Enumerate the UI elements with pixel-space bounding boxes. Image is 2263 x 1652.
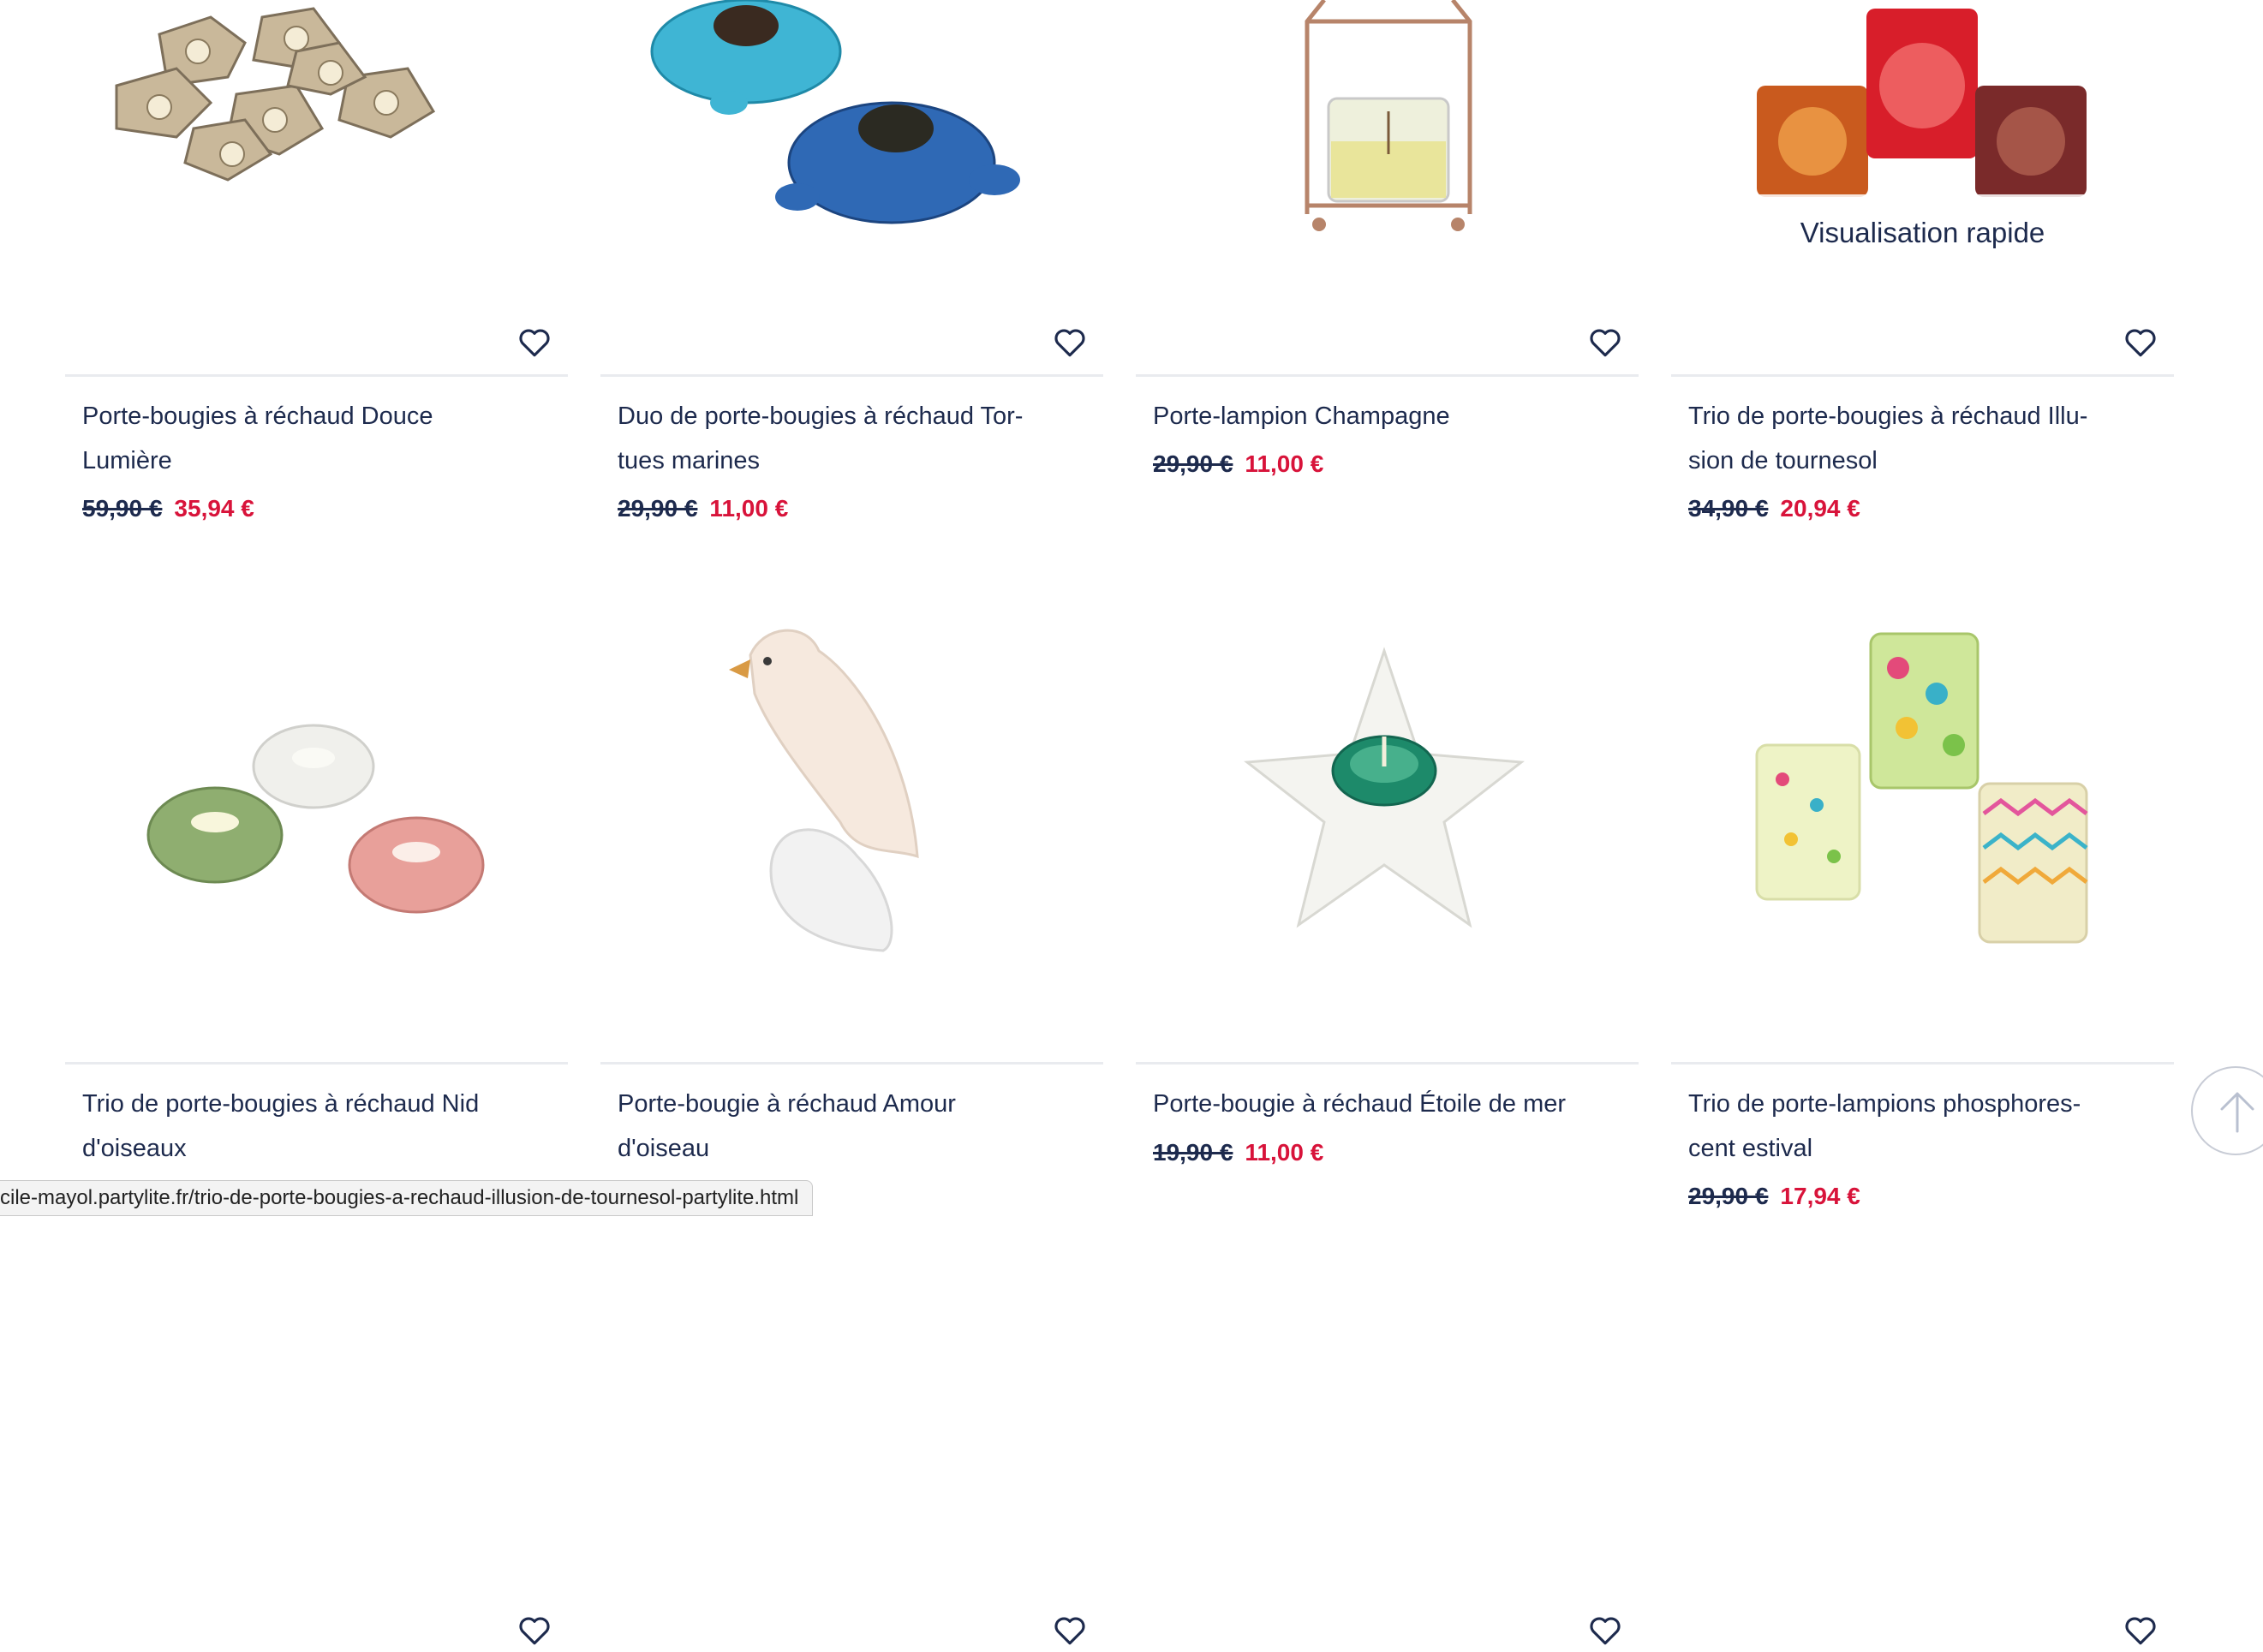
product-card[interactable]: Porte-bougies à réchaud Douce Lumière 59… (65, 0, 568, 599)
product-card[interactable]: Porte-bougie à réchaud Amour d'oiseau (600, 599, 1103, 1645)
divider (600, 374, 1103, 377)
arrow-up-icon (2220, 1092, 2254, 1133)
heart-icon[interactable] (1587, 324, 1623, 360)
product-image[interactable] (1136, 599, 1639, 974)
product-card[interactable]: Porte-bougie à réchaud Étoile de mer 19,… (1136, 599, 1639, 1645)
back-to-top-button[interactable] (2191, 1066, 2263, 1155)
product-image[interactable] (65, 0, 568, 374)
sale-price: 20,94 € (1780, 495, 1860, 522)
product-card[interactable]: Duo de porte-bougies à réchaud Tor- tues… (600, 0, 1103, 599)
product-title[interactable]: Porte-bougies à réchaud Douce Lumière (82, 394, 528, 483)
product-image[interactable]: Visualisation rapide (1671, 0, 2174, 374)
old-price: 29,90 € (1688, 1183, 1769, 1209)
divider (1671, 374, 2174, 377)
product-prices: 59,90 € 35,94 € (82, 495, 254, 522)
heart-icon[interactable] (1587, 1612, 1623, 1648)
product-title[interactable]: Trio de porte-lampions phosphores- cent … (1688, 1082, 2134, 1171)
product-prices: 34,90 € 20,94 € (1688, 495, 1860, 522)
old-price: 29,90 € (618, 495, 698, 522)
product-prices: 29,90 € 11,00 € (1153, 450, 1323, 478)
product-title[interactable]: Trio de porte-bougies à réchaud Illu- si… (1688, 394, 2134, 483)
product-card[interactable]: Trio de porte-lampions phosphores- cent … (1671, 599, 2174, 1645)
product-image[interactable] (600, 599, 1103, 974)
product-title[interactable]: Porte-lampion Champagne (1153, 394, 1598, 438)
quick-view-button[interactable]: Visualisation rapide (1671, 194, 2174, 271)
product-title[interactable]: Trio de porte-bougies à réchaud Nid d'oi… (82, 1082, 528, 1171)
heart-icon[interactable] (1052, 324, 1088, 360)
heart-icon[interactable] (516, 1612, 552, 1648)
status-bar-url: cile-mayol.partylite.fr/trio-de-porte-bo… (0, 1180, 814, 1216)
old-price: 19,90 € (1153, 1139, 1233, 1166)
old-price: 34,90 € (1688, 495, 1769, 522)
sale-price: 35,94 € (174, 495, 254, 522)
divider (600, 1062, 1103, 1065)
product-image[interactable] (600, 0, 1103, 374)
product-grid: Porte-bougies à réchaud Douce Lumière 59… (65, 0, 2174, 1645)
product-prices: 19,90 € 11,00 € (1153, 1139, 1323, 1166)
heart-icon[interactable] (1052, 1612, 1088, 1648)
product-prices: 29,90 € 11,00 € (618, 495, 788, 522)
product-title[interactable]: Porte-bougie à réchaud Étoile de mer (1153, 1082, 1598, 1126)
product-card[interactable]: Trio de porte-bougies à réchaud Nid d'oi… (65, 599, 568, 1645)
product-title[interactable]: Duo de porte-bougies à réchaud Tor- tues… (618, 394, 1063, 483)
product-image[interactable] (1136, 0, 1639, 374)
old-price: 29,90 € (1153, 450, 1233, 477)
product-image[interactable] (1671, 599, 2174, 974)
heart-icon[interactable] (2123, 1612, 2159, 1648)
sale-price: 11,00 € (1245, 1139, 1324, 1166)
product-image[interactable] (65, 599, 568, 974)
heart-icon[interactable] (2123, 324, 2159, 360)
sale-price: 11,00 € (1245, 450, 1324, 477)
divider (1671, 1062, 2174, 1065)
sale-price: 11,00 € (709, 495, 789, 522)
product-card[interactable]: Visualisation rapide Trio de porte-bougi… (1671, 0, 2174, 599)
divider (65, 374, 568, 377)
divider (65, 1062, 568, 1065)
product-title[interactable]: Porte-bougie à réchaud Amour d'oiseau (618, 1082, 1063, 1171)
sale-price: 17,94 € (1780, 1183, 1860, 1209)
old-price: 59,90 € (82, 495, 163, 522)
divider (1136, 1062, 1639, 1065)
product-prices: 29,90 € 17,94 € (1688, 1183, 1860, 1210)
product-card[interactable]: Porte-lampion Champagne 29,90 € 11,00 € (1136, 0, 1639, 599)
divider (1136, 374, 1639, 377)
heart-icon[interactable] (516, 324, 552, 360)
